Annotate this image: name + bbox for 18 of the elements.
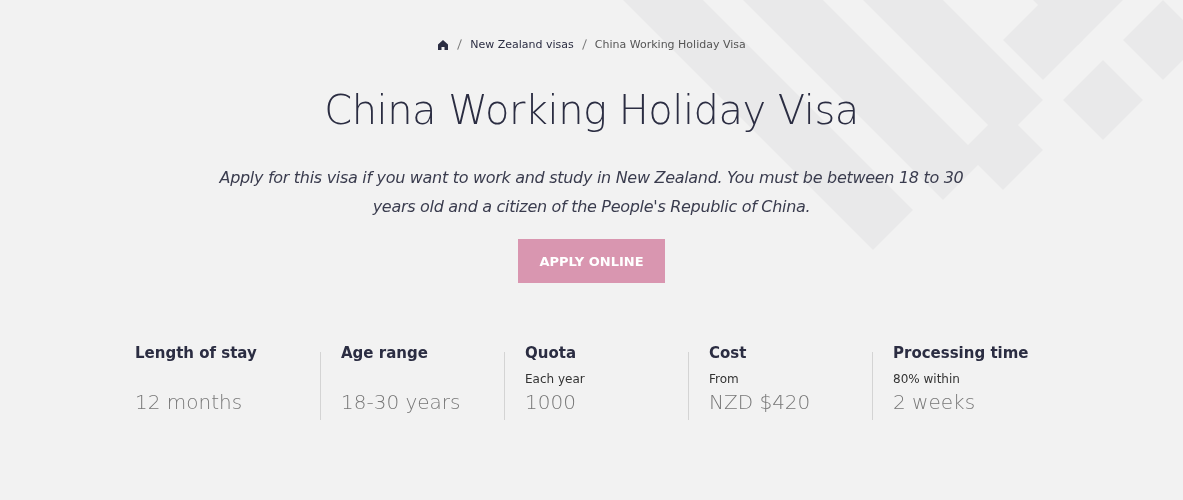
intro-text: Apply for this visa if you want to work and study in New Zealand. You must be between 18 to 30 years old and a citizen of the People's Republic of China. bbox=[218, 167, 965, 218]
fact-value: 18-30 years bbox=[341, 390, 462, 414]
fact-label: Cost bbox=[709, 344, 748, 362]
fact-value: 1000 bbox=[525, 390, 577, 414]
fact-label: Length of stay bbox=[135, 344, 258, 362]
home-icon[interactable] bbox=[437, 38, 450, 51]
fact-value: NZD $420 bbox=[709, 390, 812, 414]
breadcrumb-link[interactable]: New Zealand visas bbox=[470, 38, 574, 51]
fact-label: Quota bbox=[525, 344, 578, 362]
fact-label: Age range bbox=[341, 344, 429, 362]
fact-note: 80% within bbox=[893, 372, 961, 388]
breadcrumb-current: China Working Holiday Visa bbox=[594, 38, 746, 51]
fact-value: 2 weeks bbox=[893, 390, 977, 414]
fact-note: From bbox=[709, 372, 740, 388]
page-title: China Working Holiday Visa bbox=[324, 87, 859, 133]
fact-value: 12 months bbox=[135, 390, 244, 414]
fact-note: Each year bbox=[525, 372, 586, 388]
fact-label: Processing time bbox=[893, 344, 1030, 362]
